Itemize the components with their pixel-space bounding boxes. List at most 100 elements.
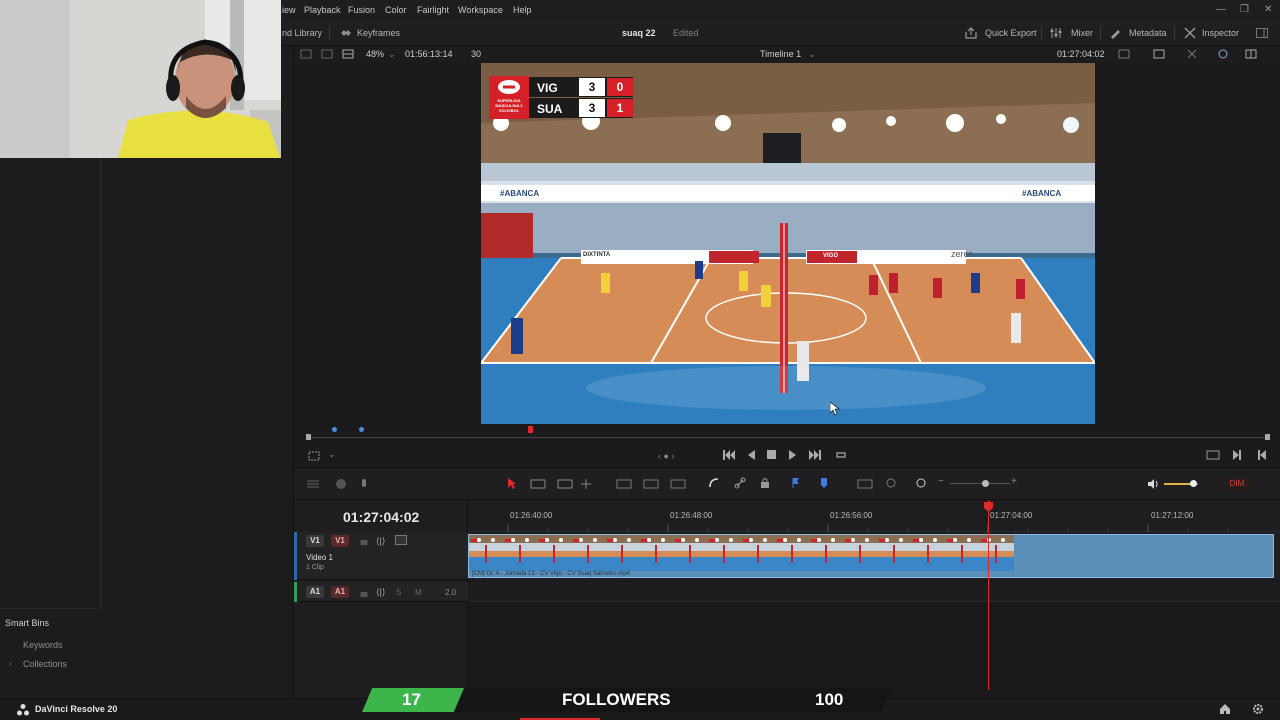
lock-icon[interactable]: [360, 588, 368, 598]
mute-button[interactable]: M: [415, 588, 422, 597]
source-patch[interactable]: V1: [331, 535, 349, 547]
track-tag[interactable]: A1: [306, 586, 324, 598]
timeline-area[interactable]: 01:26:40:00 01:26:48:00 01:26:56:00 01:2…: [468, 500, 1280, 698]
media-library-button[interactable]: nd Library: [282, 28, 322, 38]
viewer-options-icons[interactable]: [1118, 49, 1268, 59]
video-track-header: V1 V1 ⟨|⟩ Video 1 1 Clip: [294, 532, 468, 580]
close-icon[interactable]: ✕: [1264, 4, 1272, 15]
lock-icon[interactable]: [360, 536, 368, 546]
video-clip[interactable]: [CM] Gr. A - Jornada 13 - CV Vigo - CV S…: [468, 534, 1274, 578]
mixer-button[interactable]: Mixer: [1071, 28, 1093, 38]
collections-item[interactable]: Collections: [23, 659, 67, 669]
team-row: SUA 3 1: [529, 98, 633, 118]
followers-goal-overlay: 17 FOLLOWERS 100: [362, 688, 892, 712]
flag-icon[interactable]: [792, 477, 800, 489]
metadata-button[interactable]: Metadata: [1129, 28, 1167, 38]
zoom-slider-track[interactable]: [950, 483, 1010, 484]
auto-select-icon[interactable]: ⟨|⟩: [376, 536, 385, 547]
minimize-icon[interactable]: —: [1216, 4, 1226, 15]
video-frame[interactable]: #ABANCA #ABANCA DIXTINTA VIGO zeres SUPE…: [481, 63, 1095, 424]
auto-select-icon[interactable]: ⟨|⟩: [376, 587, 385, 598]
project-status: Edited: [673, 28, 699, 38]
team-sets: 3: [579, 99, 605, 117]
timeline-selector[interactable]: Timeline 1: [760, 49, 801, 59]
timeline-ruler[interactable]: 01:26:40:00 01:26:48:00 01:26:56:00 01:2…: [468, 500, 1280, 532]
selection-tool-icon[interactable]: [507, 478, 517, 490]
go-to-start-icon[interactable]: [722, 449, 736, 461]
volume-slider-handle[interactable]: [1190, 480, 1197, 487]
clip-count: 1 Clip: [306, 564, 324, 571]
play-reverse-icon[interactable]: [746, 449, 756, 461]
keywords-item[interactable]: Keywords: [23, 640, 63, 650]
zoom-in-icon[interactable]: +: [1011, 476, 1017, 487]
toolbar-divider: [1100, 26, 1101, 40]
menu-workspace[interactable]: Workspace: [458, 5, 503, 15]
zoom-slider-handle[interactable]: [982, 480, 989, 487]
settings-gear-icon[interactable]: [1252, 703, 1264, 715]
scrub-track[interactable]: [308, 437, 1268, 438]
viewer-scrubber[interactable]: [294, 426, 1280, 446]
home-icon[interactable]: [1219, 703, 1231, 715]
ruler-label: 01:27:04:00: [990, 511, 1033, 520]
panel-toggle-icon[interactable]: [1256, 28, 1268, 38]
next-clip-icon[interactable]: [1232, 449, 1242, 461]
chevron-down-icon[interactable]: ⌄: [328, 449, 336, 460]
chevron-down-icon[interactable]: ⌄: [808, 49, 816, 60]
insert-overwrite-icons[interactable]: [616, 478, 692, 490]
viewer-header: 48% ⌄ 01:56:13:14 30 Timeline 1 ⌄ 01:27:…: [294, 46, 1280, 62]
quick-export-button[interactable]: Quick Export: [985, 28, 1037, 38]
marker-icon[interactable]: [332, 427, 337, 432]
keyframes-button[interactable]: Keyframes: [357, 28, 400, 38]
loop-icon[interactable]: [834, 449, 848, 461]
mouse-cursor-icon: [830, 402, 840, 416]
floor-banner-text: DIXTINTA: [583, 252, 611, 258]
track-name[interactable]: Video 1: [306, 553, 333, 562]
stop-icon[interactable]: [767, 450, 777, 460]
menu-playback[interactable]: Playback: [304, 5, 341, 15]
chevron-down-icon[interactable]: ⌄: [388, 49, 396, 60]
transform-icon[interactable]: [308, 450, 320, 462]
followers-label: FOLLOWERS: [562, 690, 671, 709]
marker-icon[interactable]: [359, 427, 364, 432]
project-name: suaq 22: [622, 28, 656, 38]
zoom-out-icon[interactable]: −: [938, 476, 944, 487]
zoom-tools-icons[interactable]: [857, 478, 927, 490]
menu-help[interactable]: Help: [513, 5, 532, 15]
snapping-icon[interactable]: [708, 477, 720, 489]
zoom-level[interactable]: 48%: [366, 49, 384, 59]
marker-icon[interactable]: [820, 477, 828, 489]
chevron-right-icon[interactable]: ›: [9, 659, 12, 668]
timeline-view-options-icon[interactable]: [306, 478, 370, 490]
menu-fusion[interactable]: Fusion: [348, 5, 375, 15]
lock-icon[interactable]: [760, 477, 770, 489]
menu-view[interactable]: iew: [282, 5, 296, 15]
restore-icon[interactable]: ❐: [1240, 4, 1249, 15]
metadata-icon: [1109, 27, 1121, 39]
jog-wheel[interactable]: ‹ ● ›: [658, 451, 674, 461]
menu-fairlight[interactable]: Fairlight: [417, 5, 449, 15]
view-options-icons[interactable]: [300, 49, 356, 59]
previous-clip-icon[interactable]: [1257, 449, 1267, 461]
volume-icon[interactable]: [1147, 478, 1159, 490]
smart-bins-section: Smart Bins Keywords › Collections: [0, 608, 100, 698]
ruler-label: 01:27:12:00: [1151, 511, 1194, 520]
go-to-end-icon[interactable]: [808, 449, 822, 461]
track-toggle-icon[interactable]: [395, 535, 407, 545]
solo-button[interactable]: S: [396, 588, 401, 597]
viewer-mode-icon[interactable]: [1206, 449, 1220, 461]
track-tag[interactable]: V1: [306, 535, 324, 547]
transport-controls: ⌄ ‹ ● ›: [294, 444, 1280, 468]
edit-tools-icons[interactable]: [530, 478, 598, 490]
dim-button[interactable]: DIM: [1225, 477, 1249, 490]
source-patch[interactable]: A1: [331, 586, 349, 598]
playhead[interactable]: [988, 500, 989, 690]
play-icon[interactable]: [788, 449, 798, 461]
quick-export-icon: [965, 27, 977, 39]
track-color-bar: [294, 532, 297, 580]
followers-goal: 100: [815, 690, 844, 709]
inspector-button[interactable]: Inspector: [1202, 28, 1239, 38]
menu-color[interactable]: Color: [385, 5, 407, 15]
team-name: SUA: [537, 102, 563, 116]
scrub-playhead[interactable]: [528, 426, 533, 433]
link-icon[interactable]: [734, 477, 746, 489]
